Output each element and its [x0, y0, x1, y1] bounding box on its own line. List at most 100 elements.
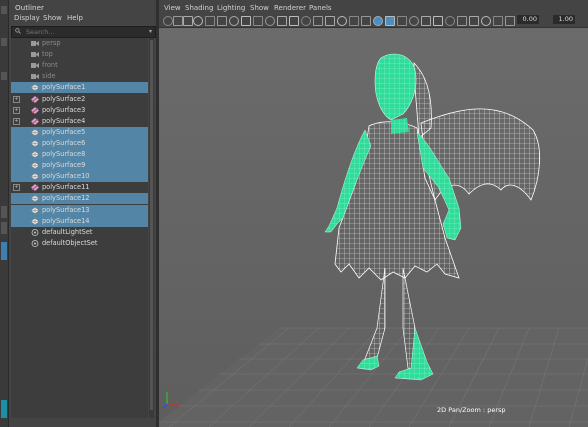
outliner-item[interactable]: + polySurface11 [11, 182, 148, 193]
outliner-title-bar: Outliner [9, 3, 156, 13]
menu-shading[interactable]: Shading [185, 4, 213, 12]
layout-icon[interactable] [1, 242, 7, 260]
outliner-item[interactable]: + polySurface4 [11, 116, 148, 127]
viewport-tool-icon[interactable] [313, 16, 323, 26]
outliner-item-label: polySurface4 [42, 116, 86, 125]
viewport-tool-icon[interactable] [445, 16, 455, 26]
menu-show[interactable]: Show [43, 14, 62, 22]
camera-icon [31, 40, 39, 47]
viewport-toolbar: 0.00 1.00 [159, 13, 588, 28]
outliner-item-label: polySurface11 [42, 183, 90, 192]
outliner-item[interactable]: + polySurface2 [11, 94, 148, 105]
layout-icon[interactable] [1, 400, 7, 418]
expand-icon[interactable]: + [13, 117, 20, 125]
viewport-tool-icon[interactable] [205, 16, 215, 26]
outliner-item[interactable]: polySurface14 [11, 215, 148, 227]
outliner-item[interactable]: + polySurface3 [11, 105, 148, 116]
viewport-tool-icon[interactable] [433, 16, 443, 26]
menu-display[interactable]: Display [14, 14, 40, 22]
viewport-tool-icon[interactable] [241, 16, 251, 26]
tool-icon[interactable] [1, 72, 7, 80]
expand-icon[interactable]: + [13, 184, 20, 192]
outliner-item[interactable]: defaultObjectSet [11, 238, 148, 249]
mesh-icon [30, 150, 40, 159]
tool-icon[interactable] [1, 206, 7, 218]
viewport-tool-icon[interactable] [373, 16, 383, 26]
viewport-tool-icon[interactable] [337, 16, 347, 26]
viewport-tool-icon[interactable] [217, 16, 227, 26]
outliner-item[interactable]: front [11, 60, 148, 71]
viewport-tool-icon[interactable] [325, 16, 335, 26]
viewport-tool-icon[interactable] [173, 16, 183, 26]
outliner-item[interactable]: defaultLightSet [11, 227, 148, 238]
outliner-tree: persp top front side polySurface1 + polySurfac… [11, 38, 148, 418]
viewport-tool-icon[interactable] [193, 16, 203, 26]
viewport-tool-icon[interactable] [229, 16, 239, 26]
tool-icon[interactable] [1, 6, 7, 14]
viewport-tool-icon[interactable] [397, 16, 407, 26]
viewport-tool-icon[interactable] [469, 16, 479, 26]
perspective-viewport[interactable]: 2D Pan/Zoom : persp [159, 28, 588, 427]
outliner-item[interactable]: polySurface9 [11, 160, 148, 172]
outliner-item-label: persp [42, 39, 61, 47]
viewport-tool-icon[interactable] [481, 16, 491, 26]
group-icon [30, 117, 40, 126]
outliner-item[interactable]: side [11, 71, 148, 82]
viewport-tool-icon[interactable] [349, 16, 359, 26]
outliner-item[interactable]: persp [11, 38, 148, 49]
menu-show[interactable]: Show [250, 4, 269, 12]
viewport-tool-icon[interactable] [289, 16, 299, 26]
menu-help[interactable]: Help [67, 14, 83, 22]
viewport-tool-icon[interactable] [277, 16, 287, 26]
viewport-tool-icon[interactable] [361, 16, 371, 26]
gamma-field[interactable]: 1.00 [553, 15, 575, 24]
viewport-tool-icon[interactable] [265, 16, 275, 26]
viewport-tool-icon[interactable] [253, 16, 263, 26]
scrollbar-thumb[interactable] [150, 40, 153, 410]
outliner-item-label: polySurface14 [42, 216, 90, 225]
outliner-panel: Outliner Display Show Help ▾ persp top fro… [9, 0, 156, 427]
viewport-tool-icon[interactable] [421, 16, 431, 26]
tool-icon[interactable] [1, 222, 7, 234]
tool-icon[interactable] [1, 38, 7, 46]
viewport-tool-icon[interactable] [163, 16, 173, 26]
outliner-item[interactable]: polySurface5 [11, 126, 148, 138]
mesh-icon [30, 206, 40, 214]
mesh-icon [30, 172, 40, 181]
viewport-tool-icon[interactable] [493, 16, 503, 26]
outliner-item[interactable]: polySurface6 [11, 137, 148, 149]
outliner-item[interactable]: polySurface12 [11, 193, 148, 205]
menu-panels[interactable]: Panels [309, 4, 332, 12]
mesh-icon [30, 217, 40, 225]
viewport-tool-icon[interactable] [457, 16, 467, 26]
outliner-item[interactable]: polySurface8 [11, 149, 148, 160]
outliner-item[interactable]: top [11, 49, 148, 60]
search-icon [15, 28, 21, 34]
camera-icon [31, 51, 39, 58]
viewport-tool-icon[interactable] [183, 16, 193, 26]
exposure-field[interactable]: 0.00 [517, 15, 539, 24]
search-options-icon[interactable]: ▾ [149, 28, 152, 35]
outliner-scrollbar[interactable] [149, 38, 154, 418]
outliner-item-label: polySurface1 [42, 83, 86, 92]
outliner-search-box[interactable]: ▾ [11, 26, 156, 38]
outliner-item[interactable]: polySurface1 [11, 82, 148, 94]
group-icon [30, 95, 40, 103]
menu-renderer[interactable]: Renderer [274, 4, 306, 12]
outliner-item-label: polySurface13 [42, 205, 90, 214]
outliner-item-label: polySurface3 [42, 105, 86, 114]
viewport-tool-icon[interactable] [385, 16, 395, 26]
expand-icon[interactable]: + [13, 95, 20, 103]
viewport-tool-icon[interactable] [301, 16, 311, 26]
menu-view[interactable]: View [164, 4, 181, 12]
search-input[interactable] [26, 27, 136, 37]
viewport-tool-icon[interactable] [409, 16, 419, 26]
menu-lighting[interactable]: Lighting [217, 4, 245, 12]
expand-icon[interactable]: + [13, 106, 20, 114]
scene-canvas[interactable] [159, 28, 588, 427]
outliner-item[interactable]: polySurface13 [11, 204, 148, 216]
group-icon [30, 106, 40, 114]
viewport-tool-icon[interactable] [505, 16, 515, 26]
outliner-item[interactable]: polySurface10 [11, 171, 148, 183]
set-icon [31, 239, 39, 247]
